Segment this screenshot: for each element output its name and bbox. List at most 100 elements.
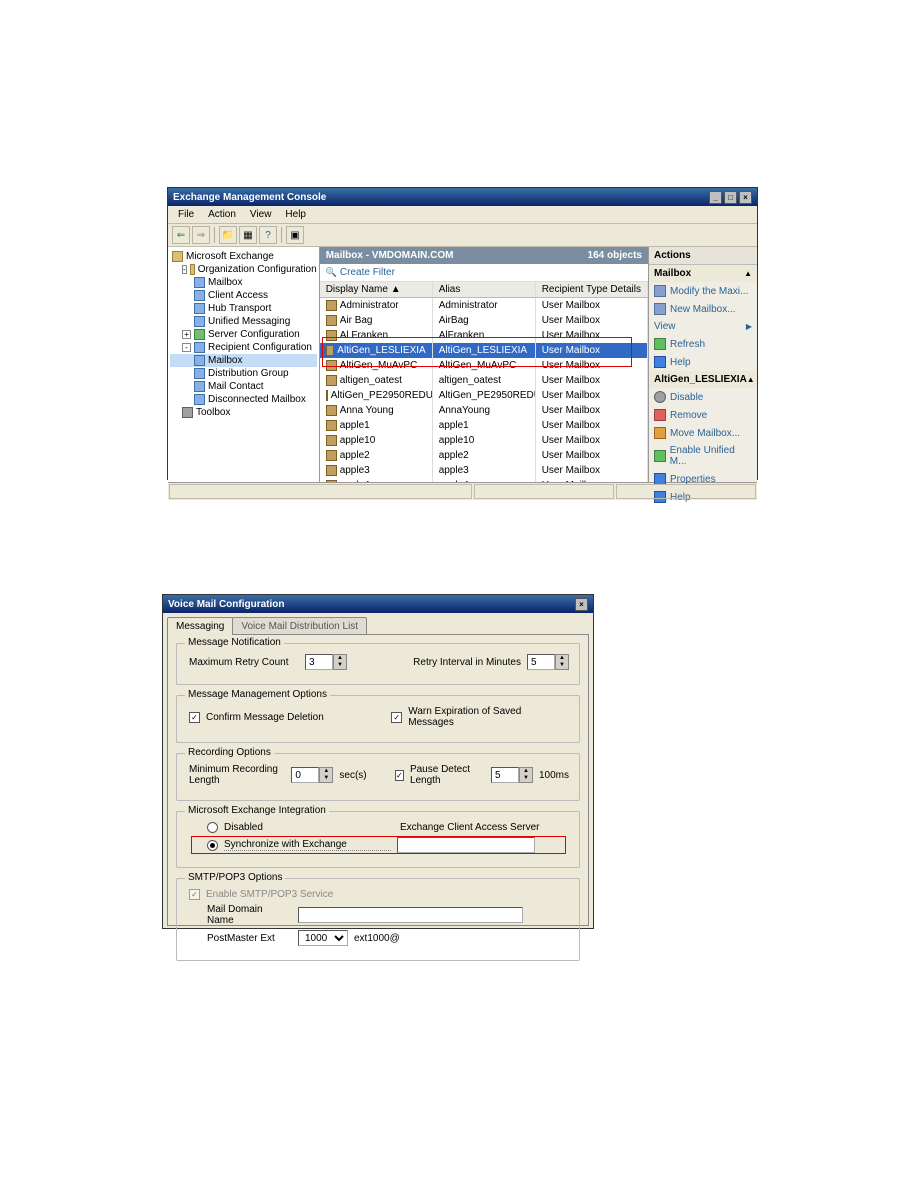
toolbar-btn-3[interactable]: ?: [259, 226, 277, 244]
lbl-retry-count: Maximum Retry Count: [189, 657, 299, 668]
refresh-icon: [654, 338, 666, 350]
close-button[interactable]: ×: [575, 598, 588, 611]
tree-org-unified[interactable]: Unified Messaging: [170, 315, 317, 328]
chk-enable-smtp[interactable]: [189, 889, 200, 900]
create-filter-link[interactable]: Create Filter: [320, 264, 648, 282]
tree-toolbox[interactable]: Toolbox: [170, 406, 317, 419]
input-retry-count[interactable]: [305, 654, 333, 670]
user-icon: [326, 405, 337, 416]
input-min-rec[interactable]: [291, 767, 319, 783]
tree-rec-distgroup[interactable]: Distribution Group: [170, 367, 317, 380]
action-new-mailbox[interactable]: New Mailbox...: [649, 300, 757, 318]
tab-vmdist[interactable]: Voice Mail Distribution List: [232, 617, 367, 635]
tree-org-hubtransport[interactable]: Hub Transport: [170, 302, 317, 315]
toolbar-btn-4[interactable]: ▣: [286, 226, 304, 244]
input-mail-domain[interactable]: [298, 907, 523, 923]
tab-messaging[interactable]: Messaging: [167, 617, 233, 635]
user-icon: [326, 360, 337, 371]
spin-up-icon[interactable]: ▲: [320, 768, 332, 775]
lbl-mail-domain: Mail Domain Name: [207, 904, 292, 926]
combo-postmaster-ext[interactable]: 1000: [298, 930, 348, 946]
action-disable[interactable]: Disable: [649, 388, 757, 406]
spin-up-icon[interactable]: ▲: [334, 655, 346, 662]
toolbar-btn-1[interactable]: 📁: [219, 226, 237, 244]
forward-button[interactable]: ⇒: [192, 226, 210, 244]
status-bar: [168, 482, 757, 500]
action-help[interactable]: Help: [649, 353, 757, 371]
remove-icon: [654, 409, 666, 421]
menu-help[interactable]: Help: [279, 208, 312, 221]
window-title: Exchange Management Console: [173, 192, 326, 203]
toolbar-btn-2[interactable]: ▦: [239, 226, 257, 244]
tree-org-clientaccess[interactable]: Client Access: [170, 289, 317, 302]
toolbox-icon: [182, 407, 193, 418]
table-row[interactable]: Anna YoungAnnaYoungUser Mailbox: [320, 403, 648, 418]
expand-icon[interactable]: +: [182, 330, 191, 339]
chk-warn-expiration[interactable]: [391, 712, 402, 723]
tree-recipient-config[interactable]: -Recipient Configuration: [170, 341, 317, 354]
table-row[interactable]: AdministratorAdministratorUser Mailbox: [320, 298, 648, 313]
tree-server-config[interactable]: +Server Configuration: [170, 328, 317, 341]
table-row[interactable]: apple3apple3User Mailbox: [320, 463, 648, 478]
input-cas-server[interactable]: [397, 837, 535, 853]
close-button[interactable]: ×: [739, 191, 752, 204]
mailbox-icon: [194, 355, 205, 366]
action-modify-max[interactable]: Modify the Maxi...: [649, 282, 757, 300]
tree-rec-disconnected[interactable]: Disconnected Mailbox: [170, 393, 317, 406]
spinner-retry-interval[interactable]: ▲▼: [527, 654, 569, 670]
spin-down-icon[interactable]: ▼: [520, 775, 532, 782]
radio-sync-exchange[interactable]: [207, 840, 218, 851]
action-refresh[interactable]: Refresh: [649, 335, 757, 353]
table-row[interactable]: apple1apple1User Mailbox: [320, 418, 648, 433]
header-alias[interactable]: Alias: [433, 282, 536, 297]
spin-down-icon[interactable]: ▼: [556, 662, 568, 669]
lbl-secs: sec(s): [339, 770, 366, 781]
tree-org-mailbox[interactable]: Mailbox: [170, 276, 317, 289]
table-row[interactable]: AltiGen_LESLIEXIAAltiGen_LESLIEXIAUser M…: [320, 343, 648, 358]
radio-disabled[interactable]: [207, 822, 218, 833]
mailbox-icon: [194, 277, 205, 288]
list-body[interactable]: AdministratorAdministratorUser MailboxAi…: [320, 298, 648, 482]
action-enable-um[interactable]: Enable Unified M...: [649, 442, 757, 470]
table-row[interactable]: AltiGen_PE2950REDUN0AltiGen_PE2950REDUN0…: [320, 388, 648, 403]
tree-org-config[interactable]: -Organization Configuration: [170, 263, 317, 276]
spin-up-icon[interactable]: ▲: [556, 655, 568, 662]
input-pause-detect[interactable]: [491, 767, 519, 783]
list-title: Mailbox - VMDOMAIN.COM: [326, 250, 454, 261]
tree-root[interactable]: Microsoft Exchange: [170, 250, 317, 263]
maximize-button[interactable]: □: [724, 191, 737, 204]
chk-pause-detect[interactable]: [395, 770, 404, 781]
collapse-icon[interactable]: -: [182, 343, 191, 352]
table-row[interactable]: Al FrankenAlFrankenUser Mailbox: [320, 328, 648, 343]
back-button[interactable]: ⇐: [172, 226, 190, 244]
action-view[interactable]: View▶: [649, 318, 757, 335]
table-row[interactable]: Air BagAirBagUser Mailbox: [320, 313, 648, 328]
spinner-min-rec[interactable]: ▲▼: [291, 767, 333, 783]
spin-up-icon[interactable]: ▲: [520, 768, 532, 775]
spin-down-icon[interactable]: ▼: [320, 775, 332, 782]
menu-view[interactable]: View: [244, 208, 278, 221]
action-move-mailbox[interactable]: Move Mailbox...: [649, 424, 757, 442]
minimize-button[interactable]: _: [709, 191, 722, 204]
enableum-icon: [654, 450, 666, 462]
menu-file[interactable]: File: [172, 208, 200, 221]
header-recipient-type[interactable]: Recipient Type Details: [536, 282, 648, 297]
table-row[interactable]: apple10apple10User Mailbox: [320, 433, 648, 448]
table-row[interactable]: apple4apple4User Mailbox: [320, 478, 648, 482]
spin-down-icon[interactable]: ▼: [334, 662, 346, 669]
user-icon: [326, 420, 337, 431]
collapse-icon[interactable]: -: [182, 265, 187, 274]
action-remove[interactable]: Remove: [649, 406, 757, 424]
spinner-retry-count[interactable]: ▲▼: [305, 654, 347, 670]
table-row[interactable]: altigen_oatestaltigen_oatestUser Mailbox: [320, 373, 648, 388]
menu-action[interactable]: Action: [202, 208, 242, 221]
spinner-pause-detect[interactable]: ▲▼: [491, 767, 533, 783]
chk-confirm-deletion[interactable]: [189, 712, 200, 723]
header-display-name[interactable]: Display Name ▲: [320, 282, 433, 297]
input-retry-interval[interactable]: [527, 654, 555, 670]
user-icon: [326, 480, 337, 482]
tree-rec-mailbox[interactable]: Mailbox: [170, 354, 317, 367]
table-row[interactable]: AltiGen_MuAvPCAltiGen_MuAvPCUser Mailbox: [320, 358, 648, 373]
tree-rec-mailcontact[interactable]: Mail Contact: [170, 380, 317, 393]
table-row[interactable]: apple2apple2User Mailbox: [320, 448, 648, 463]
